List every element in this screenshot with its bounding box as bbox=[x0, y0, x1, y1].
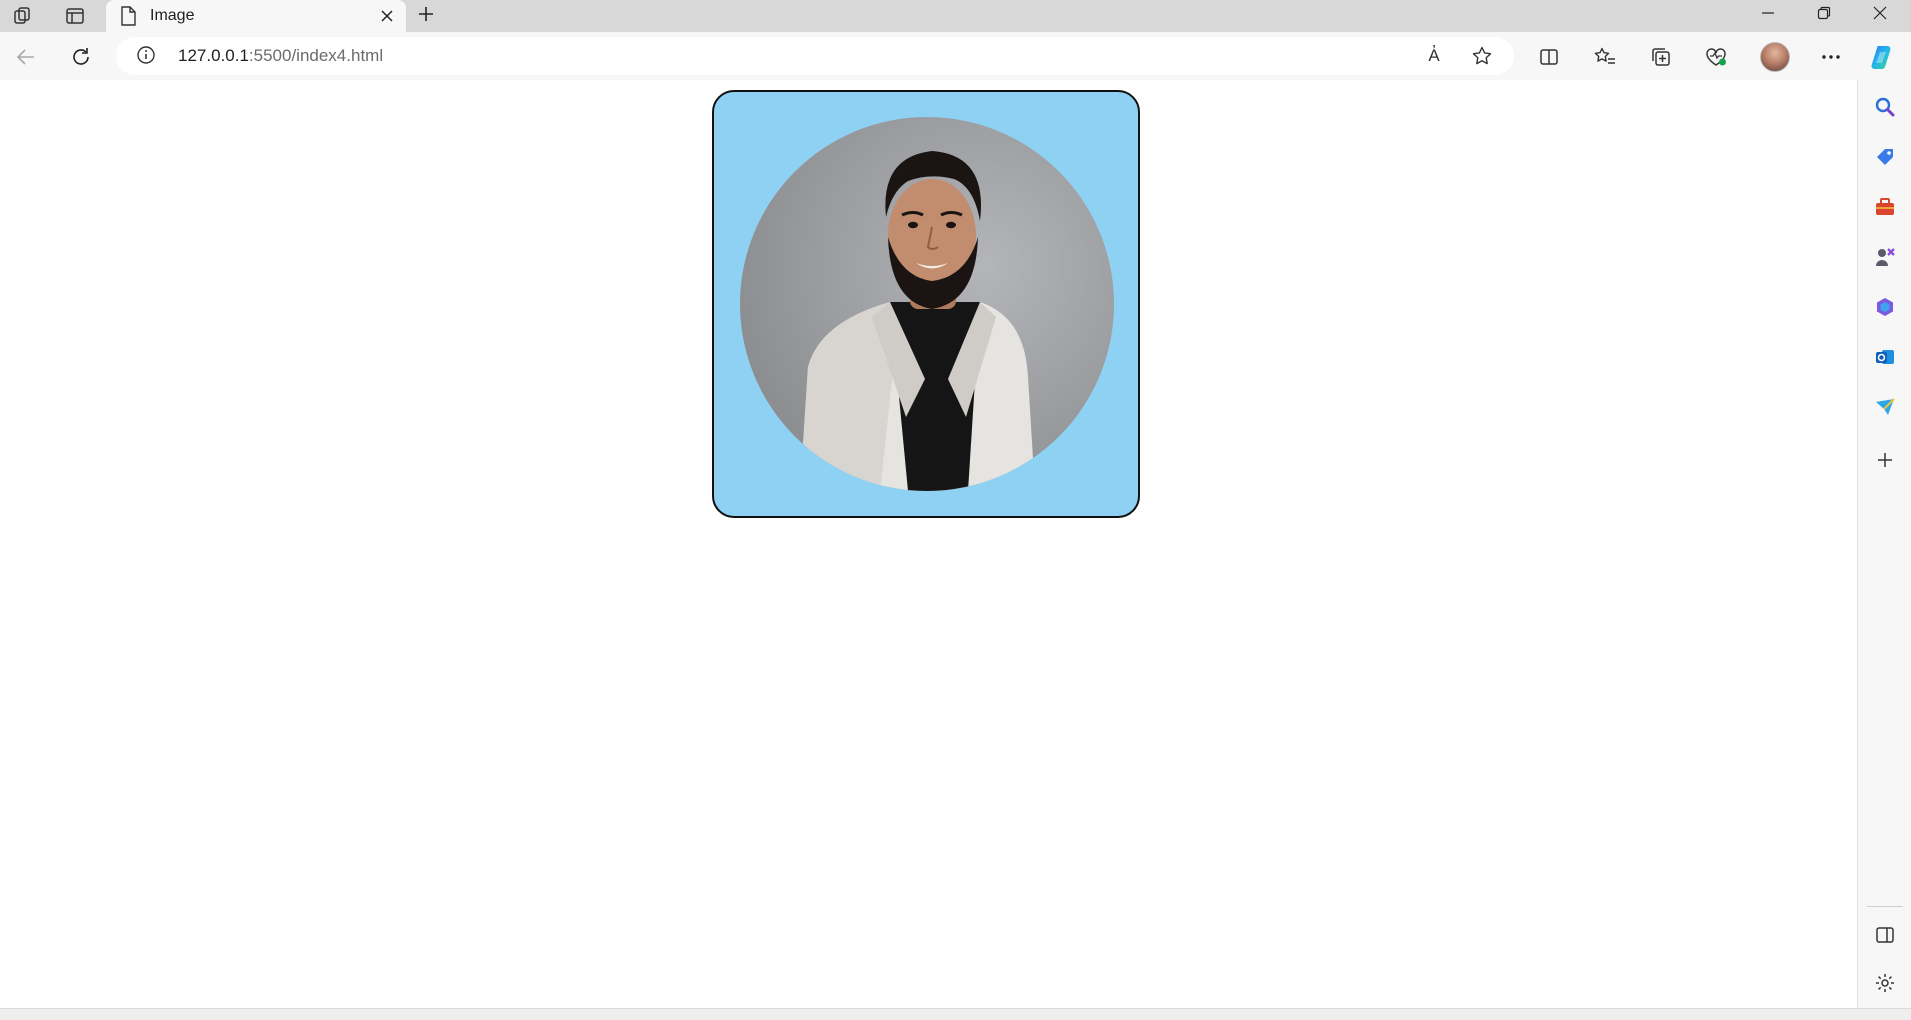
favorite-star-icon[interactable] bbox=[1466, 40, 1498, 72]
browser-toolbar: 127.0.0.1:5500/index4.html A҆ bbox=[0, 32, 1911, 80]
shopping-icon[interactable] bbox=[1870, 142, 1900, 172]
copilot-icon[interactable] bbox=[1867, 41, 1899, 73]
new-tab-button[interactable] bbox=[412, 3, 440, 29]
address-bar[interactable]: 127.0.0.1:5500/index4.html A҆ bbox=[116, 37, 1514, 75]
refresh-icon[interactable] bbox=[65, 41, 97, 73]
add-icon[interactable] bbox=[1870, 445, 1900, 475]
tab-title: Image bbox=[150, 7, 195, 24]
tab-bar: Image bbox=[0, 0, 1911, 32]
read-aloud-icon[interactable]: A҆ bbox=[1418, 40, 1450, 72]
sidebar-divider bbox=[1867, 906, 1903, 907]
url-host: 127.0.0.1 bbox=[178, 46, 249, 65]
favorites-icon[interactable] bbox=[1589, 41, 1621, 73]
outlook-icon[interactable] bbox=[1870, 342, 1900, 372]
more-icon[interactable] bbox=[1815, 41, 1847, 73]
info-icon[interactable] bbox=[136, 45, 156, 70]
restore-icon[interactable] bbox=[1796, 0, 1852, 26]
minimize-icon[interactable] bbox=[1740, 0, 1796, 26]
url-text[interactable]: 127.0.0.1:5500/index4.html bbox=[178, 46, 383, 66]
browser-essentials-icon[interactable] bbox=[1700, 41, 1732, 73]
profile-avatar[interactable] bbox=[1757, 39, 1793, 75]
read-aloud-glyph: A҆ bbox=[1428, 46, 1440, 65]
games-icon[interactable] bbox=[1870, 242, 1900, 272]
page-viewport bbox=[0, 80, 1857, 1008]
avatar-image bbox=[1760, 42, 1790, 72]
url-path: :5500/index4.html bbox=[248, 46, 384, 65]
edge-sidebar bbox=[1857, 80, 1911, 1008]
settings-icon[interactable] bbox=[1870, 968, 1900, 998]
search-icon[interactable] bbox=[1870, 92, 1900, 122]
plus-icon bbox=[417, 5, 435, 28]
page-icon bbox=[120, 6, 136, 31]
person-illustration bbox=[800, 151, 1035, 491]
tab-active[interactable]: Image bbox=[106, 0, 406, 32]
status-bar bbox=[0, 1008, 1911, 1020]
office-icon[interactable] bbox=[1870, 292, 1900, 322]
workspaces-icon[interactable] bbox=[10, 3, 36, 29]
back-icon[interactable] bbox=[10, 41, 42, 73]
tools-icon[interactable] bbox=[1870, 192, 1900, 222]
vertical-tabs-icon[interactable] bbox=[62, 3, 88, 29]
profile-photo bbox=[740, 117, 1114, 491]
send-icon[interactable] bbox=[1870, 392, 1900, 422]
sidebar-toggle-icon[interactable] bbox=[1870, 920, 1900, 950]
close-icon[interactable] bbox=[376, 5, 398, 27]
split-screen-icon[interactable] bbox=[1533, 41, 1565, 73]
collections-icon[interactable] bbox=[1645, 41, 1677, 73]
close-window-icon[interactable] bbox=[1852, 0, 1908, 26]
image-card bbox=[712, 90, 1140, 518]
